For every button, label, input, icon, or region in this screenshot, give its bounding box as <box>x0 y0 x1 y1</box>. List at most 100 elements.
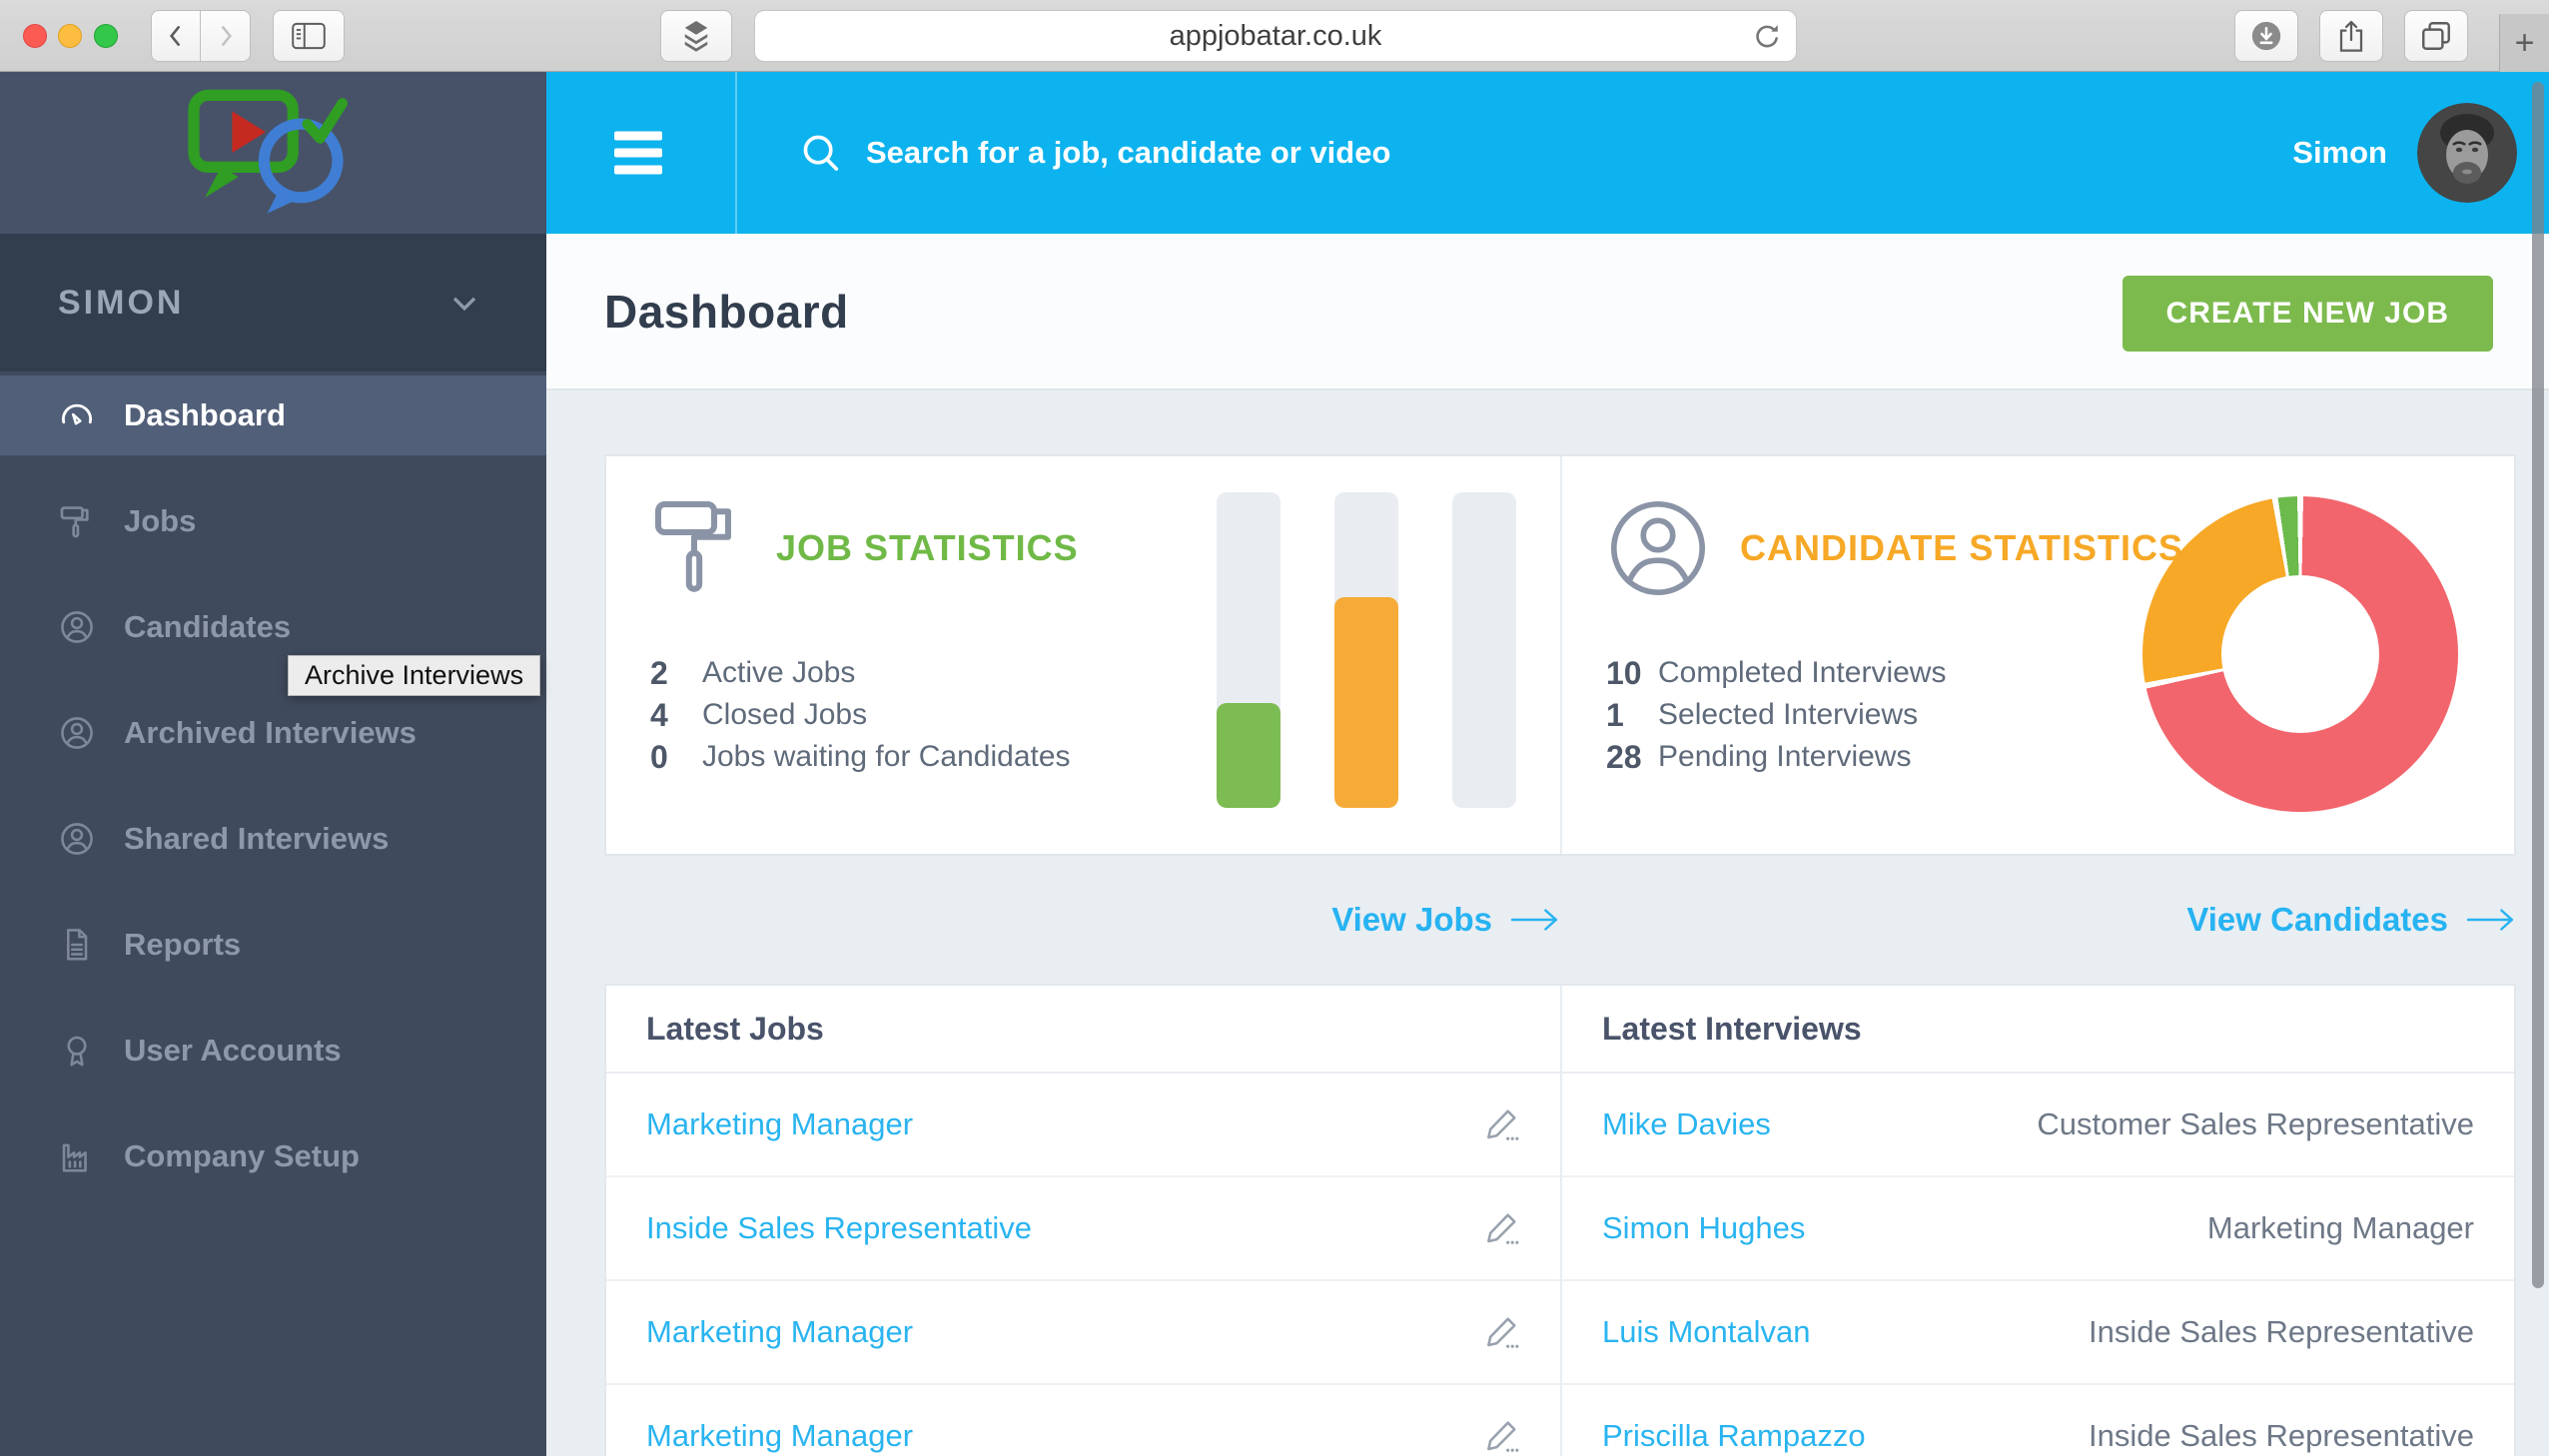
archive-interviews-tooltip: Archive Interviews <box>288 655 540 696</box>
stack-icon <box>681 19 711 53</box>
sidebar-item-reports[interactable]: Reports <box>0 905 546 985</box>
candidate-link[interactable]: Mike Davies <box>1602 1106 1771 1142</box>
statistics-card: JOB STATISTICS 2Active Jobs 4Closed Jobs… <box>604 454 2516 856</box>
sidebar-toggle-button[interactable] <box>273 10 345 62</box>
sidebar-item-user-accounts[interactable]: User Accounts <box>0 1011 546 1091</box>
avatar <box>2417 103 2517 203</box>
candidate-link[interactable]: Priscilla Rampazzo <box>1602 1418 1866 1454</box>
table-row: Inside Sales Representative <box>606 1177 1560 1281</box>
job-link[interactable]: Marketing Manager <box>646 1106 913 1142</box>
refresh-icon <box>1750 20 1784 54</box>
table-row: Marketing Manager <box>606 1074 1560 1177</box>
chevron-left-icon <box>163 21 189 51</box>
donut-hole <box>2221 575 2379 733</box>
sidebar-item-label: Shared Interviews <box>124 821 389 857</box>
stat-pending-interviews: 28Pending Interviews <box>1606 736 1946 778</box>
sidebar-item-shared-interviews[interactable]: Shared Interviews <box>0 799 546 879</box>
back-button[interactable] <box>151 10 201 62</box>
sidebar-item-jobs[interactable]: Jobs <box>0 481 546 561</box>
latest-tables: Latest Jobs Marketing Manager Inside Sal… <box>604 984 2516 1456</box>
edit-job-button[interactable] <box>1482 1313 1520 1351</box>
sidebar-item-label: Reports <box>124 927 241 963</box>
stat-selected-interviews: 1Selected Interviews <box>1606 694 1946 736</box>
create-new-job-button[interactable]: CREATE NEW JOB <box>2123 276 2493 352</box>
zoom-window-button[interactable] <box>94 24 118 48</box>
share-button[interactable] <box>2319 10 2383 62</box>
sidebar-item-label: Jobs <box>124 503 196 539</box>
table-row: Simon Hughes Marketing Manager <box>1562 1177 2514 1281</box>
tabs-icon <box>2419 19 2453 53</box>
sidebar-item-label: User Accounts <box>124 1033 342 1069</box>
search-input[interactable] <box>866 135 1965 171</box>
download-icon <box>2249 19 2283 53</box>
stat-completed-interviews: 10Completed Interviews <box>1606 652 1946 694</box>
app-logo-icon <box>186 89 362 217</box>
page-scrollbar[interactable] <box>2532 82 2544 1288</box>
user-menu[interactable]: Simon <box>2292 72 2517 234</box>
edit-job-button[interactable] <box>1482 1209 1520 1247</box>
latest-interviews-header: Latest Interviews <box>1562 986 2514 1074</box>
global-search <box>798 72 1965 234</box>
forward-button[interactable] <box>201 10 251 62</box>
main-area: Simon <box>546 72 2549 1456</box>
browser-window: appjobatar.co.uk + <box>0 0 2549 1456</box>
new-tab-button[interactable]: + <box>2499 14 2549 72</box>
sidebar-item-dashboard[interactable]: Dashboard <box>0 375 546 455</box>
chevron-right-icon <box>213 21 239 51</box>
menu-toggle-button[interactable] <box>614 132 662 175</box>
view-candidates-link[interactable]: View Candidates <box>2186 901 2516 939</box>
sidebar-item-archived-interviews[interactable]: Archived Interviews <box>0 693 546 773</box>
person-icon <box>58 820 96 858</box>
downloads-button[interactable] <box>2234 10 2298 62</box>
search-icon <box>798 130 844 176</box>
pencil-edit-icon <box>1482 1209 1520 1247</box>
pencil-edit-icon <box>1482 1417 1520 1455</box>
candidate-donut-chart <box>2142 496 2458 812</box>
document-icon <box>58 926 96 964</box>
page-header: Dashboard CREATE NEW JOB <box>546 234 2549 390</box>
chevron-down-icon <box>444 283 484 323</box>
job-link[interactable]: Marketing Manager <box>646 1314 913 1350</box>
sidebar-item-label: Company Setup <box>124 1138 360 1174</box>
edit-job-button[interactable] <box>1482 1417 1520 1455</box>
candidate-link[interactable]: Luis Montalvan <box>1602 1314 1811 1350</box>
sidebar: SIMON Dashboard Jobs Candidates <box>0 72 546 1456</box>
history-nav <box>151 10 251 62</box>
account-name: SIMON <box>58 284 184 323</box>
address-bar[interactable]: appjobatar.co.uk <box>754 10 1797 62</box>
account-switcher[interactable]: SIMON <box>0 234 546 371</box>
sidebar-item-label: Archived Interviews <box>124 715 417 751</box>
job-bar-chart <box>1217 492 1516 808</box>
user-name: Simon <box>2292 135 2387 171</box>
pencil-edit-icon <box>1482 1313 1520 1351</box>
person-icon <box>58 714 96 752</box>
bar-closed-jobs <box>1334 492 1398 808</box>
app-frame: SIMON Dashboard Jobs Candidates <box>0 72 2549 1456</box>
job-link[interactable]: Marketing Manager <box>646 1418 913 1454</box>
show-tabs-button[interactable] <box>2404 10 2468 62</box>
table-row: Marketing Manager <box>606 1385 1560 1456</box>
view-jobs-link[interactable]: View Jobs <box>1331 901 1560 939</box>
close-window-button[interactable] <box>23 24 47 48</box>
latest-jobs-header: Latest Jobs <box>606 986 1560 1074</box>
job-statistics-title: JOB STATISTICS <box>776 527 1079 569</box>
sidebar-icon <box>292 22 326 50</box>
paint-roller-icon <box>650 492 746 604</box>
logo-band <box>0 72 546 234</box>
table-row: Luis Montalvan Inside Sales Representati… <box>1562 1281 2514 1385</box>
gauge-icon <box>58 396 96 434</box>
candidate-link[interactable]: Simon Hughes <box>1602 1210 1805 1246</box>
job-link[interactable]: Inside Sales Representative <box>646 1210 1032 1246</box>
latest-interviews-table: Latest Interviews Mike Davies Customer S… <box>1560 986 2514 1456</box>
minimize-window-button[interactable] <box>58 24 82 48</box>
topbar-divider <box>735 72 737 234</box>
stat-active-jobs: 2Active Jobs <box>650 652 1071 694</box>
url-text: appjobatar.co.uk <box>1170 20 1382 53</box>
arrow-right-icon <box>1510 906 1560 934</box>
interview-job-title: Inside Sales Representative <box>2089 1314 2474 1350</box>
tab-stack-button[interactable] <box>660 10 732 62</box>
candidate-stats-list: 10Completed Interviews 1Selected Intervi… <box>1606 652 1946 778</box>
refresh-button[interactable] <box>1750 20 1784 62</box>
edit-job-button[interactable] <box>1482 1105 1520 1143</box>
sidebar-item-company-setup[interactable]: Company Setup <box>0 1116 546 1196</box>
